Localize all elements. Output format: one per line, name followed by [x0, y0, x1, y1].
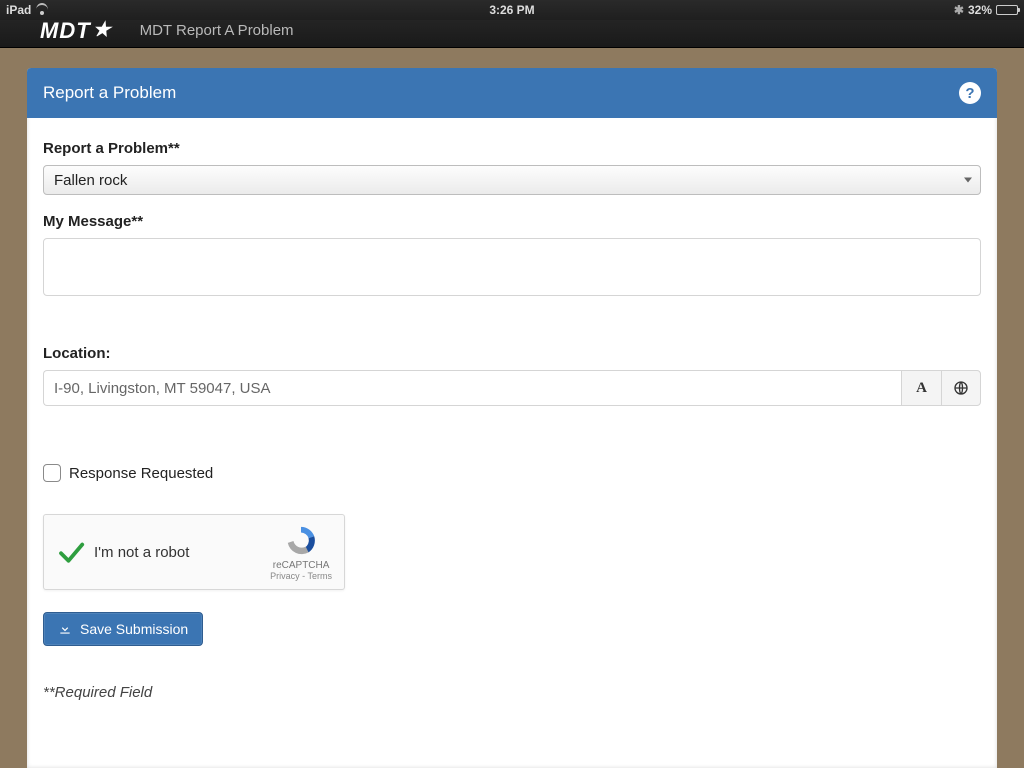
problem-label: Report a Problem** — [43, 140, 981, 157]
location-label: Location: — [43, 345, 981, 362]
message-textarea[interactable] — [43, 238, 981, 296]
required-note: **Required Field — [43, 684, 981, 701]
save-submission-button[interactable]: Save Submission — [43, 612, 203, 646]
message-label: My Message** — [43, 213, 981, 230]
location-input[interactable] — [43, 370, 901, 406]
recaptcha-badge: reCAPTCHA Privacy - Terms — [270, 524, 332, 581]
wifi-icon — [35, 5, 49, 15]
checkmark-icon — [56, 537, 86, 567]
panel-header: Report a Problem ? — [27, 68, 997, 118]
recaptcha-label: I'm not a robot — [94, 544, 189, 561]
clock: 3:26 PM — [489, 3, 534, 17]
road-icon: A — [916, 380, 927, 397]
panel-title: Report a Problem — [43, 83, 176, 103]
chevron-down-icon — [964, 178, 972, 183]
map-button[interactable] — [941, 370, 981, 406]
recaptcha-icon — [282, 524, 320, 558]
problem-select-value: Fallen rock — [54, 172, 127, 189]
form-card: Report a Problem ? Report a Problem** Fa… — [27, 68, 997, 768]
star-icon: ★ — [93, 17, 112, 42]
response-checkbox[interactable] — [43, 464, 61, 482]
recaptcha-links[interactable]: Privacy - Terms — [270, 571, 332, 581]
recaptcha-widget[interactable]: I'm not a robot reCAPTCHA Privacy - Term… — [43, 514, 345, 590]
recaptcha-brand: reCAPTCHA — [270, 560, 332, 571]
logo-text: MDT — [40, 18, 91, 44]
battery-percent: 32% — [968, 3, 992, 17]
bluetooth-icon: ✱ — [954, 3, 964, 17]
road-button[interactable]: A — [901, 370, 941, 406]
device-label: iPad — [6, 3, 31, 17]
battery-icon — [996, 5, 1018, 15]
problem-select[interactable]: Fallen rock — [43, 165, 981, 195]
ios-status-bar: iPad 3:26 PM ✱ 32% — [0, 0, 1024, 20]
save-button-label: Save Submission — [80, 621, 188, 637]
response-label: Response Requested — [69, 465, 213, 482]
download-icon — [58, 622, 72, 636]
globe-icon — [953, 380, 969, 396]
help-icon[interactable]: ? — [959, 82, 981, 104]
app-title: MDT Report A Problem — [140, 22, 294, 39]
app-logo: MDT★ — [40, 18, 112, 44]
